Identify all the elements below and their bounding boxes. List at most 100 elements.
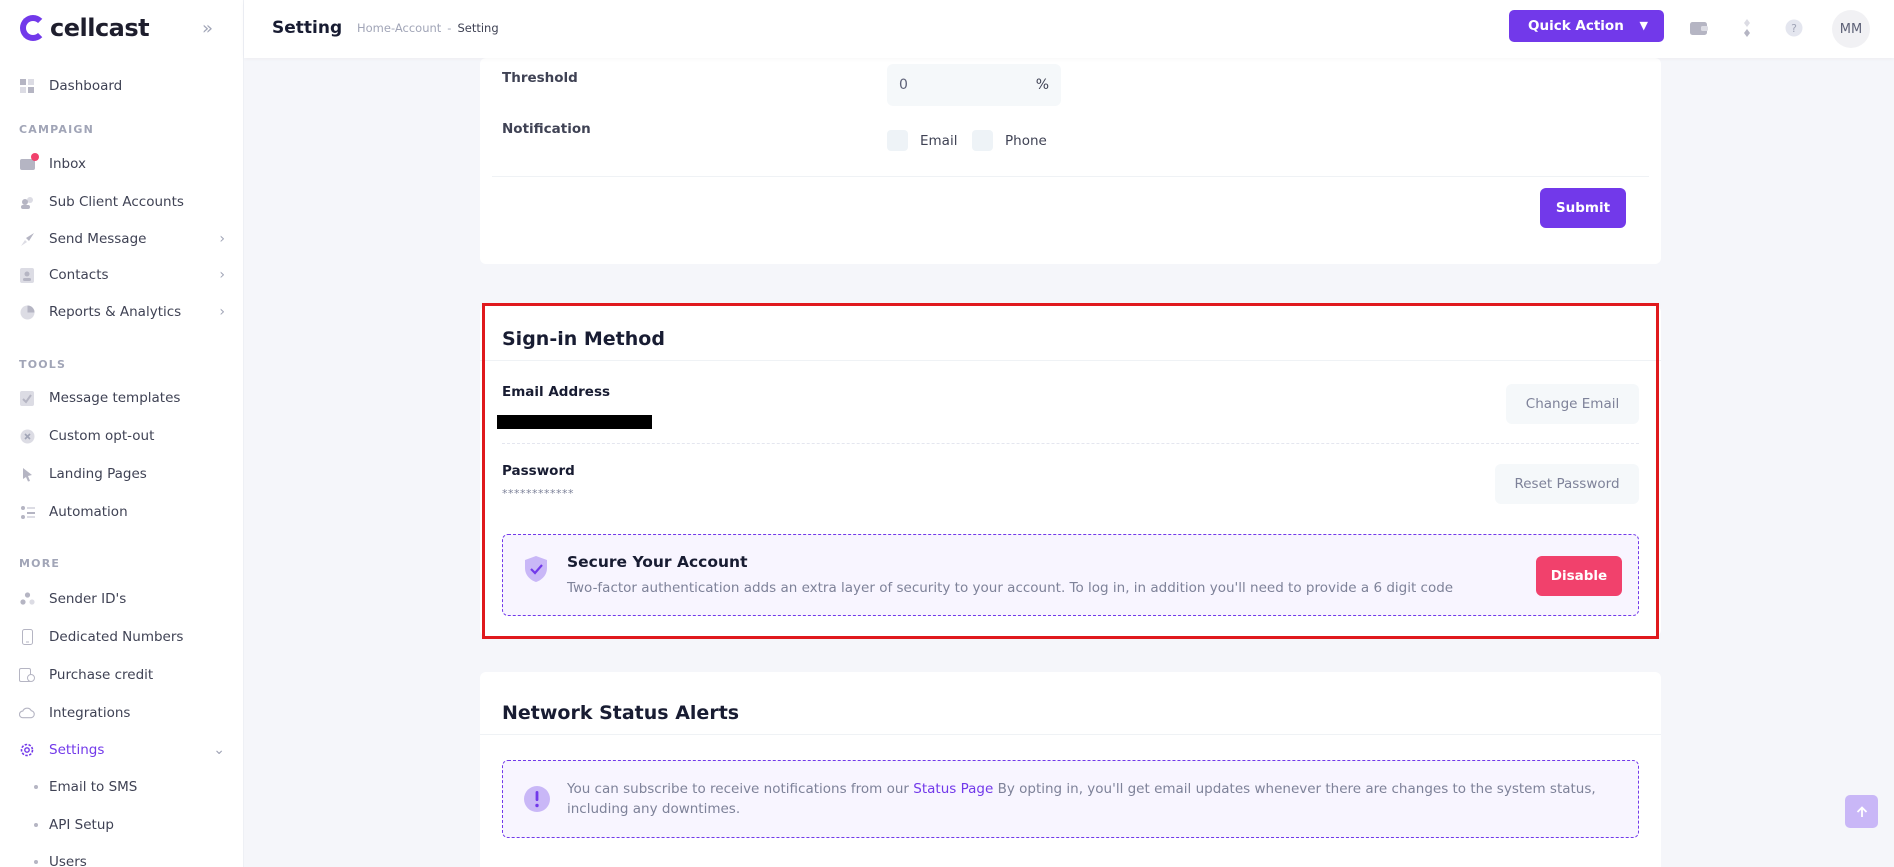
divider [480, 734, 1661, 735]
network-text-start: You can subscribe to receive notificatio… [567, 781, 909, 797]
status-page-link[interactable]: Status Page [913, 781, 993, 797]
threshold-field[interactable]: % [887, 64, 1061, 106]
opt-out-icon [19, 428, 35, 444]
template-icon [19, 390, 35, 406]
submit-button[interactable]: Submit [1540, 188, 1626, 228]
sidebar-label-settings: Settings [49, 742, 105, 758]
breadcrumb-home[interactable]: Home-Account [357, 21, 441, 35]
sidebar-label-inbox: Inbox [49, 156, 86, 172]
sidebar-label-api-setup: API Setup [49, 817, 114, 833]
avatar[interactable]: MM [1832, 10, 1870, 48]
sidebar-label-reports: Reports & Analytics [49, 304, 182, 320]
sidebar-label-users: Users [49, 854, 87, 867]
sidebar-item-custom-opt-out[interactable]: Custom opt-out [19, 423, 225, 449]
notification-label: Notification [502, 121, 591, 137]
breadcrumb-current: Setting [457, 21, 499, 35]
section-tools: TOOLS [19, 358, 67, 371]
pie-chart-icon [19, 304, 35, 320]
sidebar-label-custom-opt-out: Custom opt-out [49, 428, 155, 444]
credit-icon [19, 667, 35, 683]
sidebar-item-sub-client-accounts[interactable]: Sub Client Accounts [19, 189, 225, 215]
quick-action-label: Quick Action [1528, 18, 1624, 34]
sidebar-label-email-to-sms: Email to SMS [49, 779, 138, 795]
sidebar-label-integrations: Integrations [49, 705, 131, 721]
sidebar-item-contacts[interactable]: Contacts › [19, 262, 225, 288]
arrow-up-icon [1856, 805, 1867, 817]
quick-action-button[interactable]: Quick Action ▼ [1509, 10, 1664, 42]
sidebar-item-settings[interactable]: Settings ⌄ [19, 737, 225, 763]
svg-text:?: ? [1791, 22, 1797, 35]
network-text-end: By opting in, you'll get email updates w… [997, 781, 1596, 797]
collapse-sidebar-icon[interactable]: » [202, 18, 213, 39]
unread-dot [31, 153, 39, 161]
sidebar-label-landing-pages: Landing Pages [49, 466, 147, 482]
users-icon [19, 194, 35, 210]
sidebar: cellcast » Dashboard CAMPAIGN Inbox Sub … [0, 0, 244, 867]
logo-mark-icon [20, 15, 46, 41]
sender-id-icon [19, 591, 35, 607]
automation-icon [19, 504, 35, 520]
bullet-dot [34, 860, 38, 864]
email-checkbox[interactable] [887, 130, 908, 151]
apps-icon[interactable] [1737, 18, 1757, 38]
gear-icon [19, 742, 35, 758]
brand-name: cellcast [50, 14, 150, 42]
threshold-label: Threshold [502, 70, 578, 86]
cursor-icon [19, 466, 35, 482]
chevron-right-icon: › [219, 267, 225, 283]
percent-suffix: % [1035, 77, 1049, 93]
breadcrumb: Home-Account - Setting [357, 21, 499, 35]
chevron-down-icon: ▼ [1639, 19, 1648, 32]
sidebar-subitem-users[interactable]: Users [34, 851, 87, 867]
breadcrumb-separator: - [447, 21, 452, 35]
sidebar-item-dashboard[interactable]: Dashboard [19, 73, 225, 99]
sidebar-item-inbox[interactable]: Inbox [19, 151, 225, 177]
dashboard-icon [19, 78, 35, 94]
sidebar-label-sender-ids: Sender ID's [49, 591, 127, 607]
brand-logo[interactable]: cellcast [20, 14, 150, 42]
inbox-icon [19, 153, 39, 172]
sidebar-item-sender-ids[interactable]: Sender ID's [19, 586, 225, 612]
section-campaign: CAMPAIGN [19, 123, 95, 136]
divider [492, 176, 1649, 177]
sidebar-item-dedicated-numbers[interactable]: Dedicated Numbers [19, 624, 225, 650]
chevron-down-icon: ⌄ [213, 742, 225, 758]
page-title: Setting [272, 18, 343, 38]
scroll-top-button[interactable] [1845, 795, 1878, 828]
chevron-right-icon: › [219, 304, 225, 320]
sidebar-label-dashboard: Dashboard [49, 78, 123, 94]
sidebar-label-dedicated-numbers: Dedicated Numbers [49, 629, 184, 645]
sidebar-item-purchase-credit[interactable]: Purchase credit [19, 662, 225, 688]
sidebar-subitem-email-to-sms[interactable]: Email to SMS [34, 776, 137, 798]
phone-icon [19, 629, 35, 645]
alerts-form-card: Threshold % Notification Email Phone Sub… [480, 58, 1661, 264]
sidebar-label-contacts: Contacts [49, 267, 109, 283]
sidebar-item-send-message[interactable]: Send Message › [19, 226, 225, 252]
cloud-icon [19, 705, 35, 721]
chevron-right-icon: › [219, 231, 225, 247]
bullet-dot [34, 785, 38, 789]
sidebar-label-automation: Automation [49, 504, 128, 520]
phone-checkbox[interactable] [972, 130, 993, 151]
rocket-icon [19, 231, 35, 247]
sidebar-item-integrations[interactable]: Integrations [19, 700, 225, 726]
network-status-card: Network Status Alerts You can subscribe … [480, 672, 1661, 867]
sidebar-item-message-templates[interactable]: Message templates [19, 385, 225, 411]
section-more: MORE [19, 557, 61, 570]
sidebar-item-automation[interactable]: Automation [19, 499, 225, 525]
sidebar-label-message-templates: Message templates [49, 390, 181, 406]
sidebar-item-reports[interactable]: Reports & Analytics › [19, 299, 225, 325]
sidebar-label-send-message: Send Message [49, 231, 147, 247]
highlight-box [482, 303, 1659, 639]
phone-checkbox-label: Phone [1005, 133, 1047, 149]
sidebar-item-landing-pages[interactable]: Landing Pages [19, 461, 225, 487]
help-icon[interactable]: ? [1784, 18, 1804, 38]
network-status-text: You can subscribe to receive notificatio… [567, 779, 1627, 819]
threshold-input[interactable] [899, 77, 1019, 93]
sidebar-label-sub-client-accounts: Sub Client Accounts [49, 194, 184, 210]
network-status-title: Network Status Alerts [502, 702, 740, 724]
sidebar-subitem-api-setup[interactable]: API Setup [34, 814, 114, 836]
bullet-dot [34, 823, 38, 827]
wallet-icon[interactable] [1689, 18, 1709, 38]
contacts-icon [19, 267, 35, 283]
